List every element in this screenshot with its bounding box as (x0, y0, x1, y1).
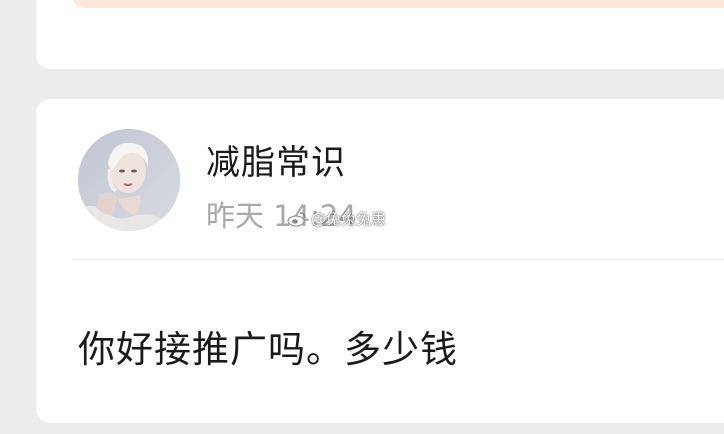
avatar[interactable] (78, 129, 180, 231)
previous-card-banner (72, 0, 724, 8)
comment-message: 你好接推广吗。多少钱 (78, 328, 458, 371)
weibo-logo-icon (287, 211, 307, 227)
watermark-text: @兔兔兔患 (311, 210, 387, 228)
comment-card: 减脂常识 昨天 14:24 @兔兔兔患 你好接推广吗。多少钱 (36, 99, 724, 423)
previous-card (36, 0, 724, 69)
author-name[interactable]: 减脂常识 (206, 135, 346, 184)
comment-screen: 减脂常识 昨天 14:24 @兔兔兔患 你好接推广吗。多少钱 (0, 0, 724, 434)
watermark: @兔兔兔患 (287, 208, 386, 229)
avatar-photo (78, 129, 180, 231)
header-divider (72, 259, 724, 260)
